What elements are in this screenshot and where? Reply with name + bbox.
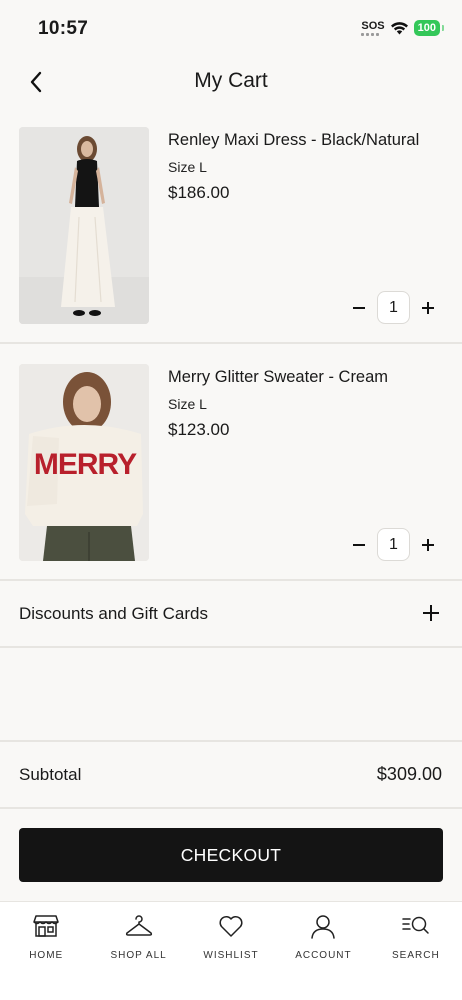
minus-icon [353,306,365,309]
product-price: $186.00 [168,183,230,202]
discounts-label: Discounts and Gift Cards [19,604,208,623]
status-bar: 10:57 SOS 100 [0,0,462,56]
quantity-value[interactable]: 1 [377,528,410,561]
discounts-row[interactable]: Discounts and Gift Cards [0,582,462,646]
product-image[interactable]: MERRY [19,364,149,561]
page-title: My Cart [194,69,268,92]
tab-label: WISHLIST [203,950,259,961]
product-size: Size L [168,159,207,175]
divider [0,646,462,648]
svg-text:MERRY: MERRY [34,448,137,481]
plus-icon [423,605,439,621]
search-icon [402,912,430,940]
battery-icon: 100 [413,20,445,36]
status-time: 10:57 [38,18,89,39]
cart-item: Renley Maxi Dress - Black/Natural Size L… [0,127,462,363]
tab-label: ACCOUNT [295,950,352,961]
sos-label: SOS [361,19,385,32]
person-icon [309,912,337,940]
subtotal-label: Subtotal [19,765,82,784]
product-photo-dress [19,127,149,324]
subtotal-row: Subtotal $309.00 [0,742,462,808]
checkout-button[interactable]: CHECKOUT [19,828,443,882]
decrease-quantity-button[interactable] [348,534,370,556]
tab-label: SHOP ALL [110,950,167,961]
tab-shop-all[interactable]: SHOP ALL [92,902,184,1000]
quantity-stepper: 1 [348,291,439,324]
tab-label: SEARCH [391,950,440,961]
cart-item: MERRY Merry Glitter Sweater - Cream Size… [0,364,462,600]
quantity-value[interactable]: 1 [377,291,410,324]
product-name[interactable]: Renley Maxi Dress - Black/Natural [168,131,419,150]
product-photo-sweater: MERRY [19,364,149,561]
product-size: Size L [168,396,207,412]
tab-wishlist[interactable]: WISHLIST [185,902,277,1000]
increase-quantity-button[interactable] [417,297,439,319]
minus-icon [353,543,365,546]
subtotal-value: $309.00 [376,764,442,784]
tab-label: HOME [29,950,64,961]
tab-account[interactable]: ACCOUNT [277,902,369,1000]
hanger-icon [125,912,153,940]
product-image[interactable] [19,127,149,324]
increase-quantity-button[interactable] [417,534,439,556]
product-name[interactable]: Merry Glitter Sweater - Cream [168,368,388,387]
tab-home[interactable]: HOME [0,902,92,1000]
divider [0,342,462,344]
plus-icon [422,301,434,314]
decrease-quantity-button[interactable] [348,297,370,319]
cellular-dots-icon [361,32,384,36]
status-indicators: SOS 100 [361,19,445,36]
quantity-stepper: 1 [348,528,439,561]
heart-icon [217,912,245,940]
divider [0,807,462,809]
divider [0,579,462,581]
product-price: $123.00 [168,420,230,439]
bottom-tab-bar: HOME SHOP ALL WISHLIST ACCOUNT SEARCH [0,901,462,1000]
plus-icon [422,538,434,551]
sos-indicator: SOS [361,19,385,36]
storefront-icon [32,912,60,940]
header: My Cart [0,56,462,110]
wifi-icon [390,22,408,35]
tab-search[interactable]: SEARCH [370,902,462,1000]
